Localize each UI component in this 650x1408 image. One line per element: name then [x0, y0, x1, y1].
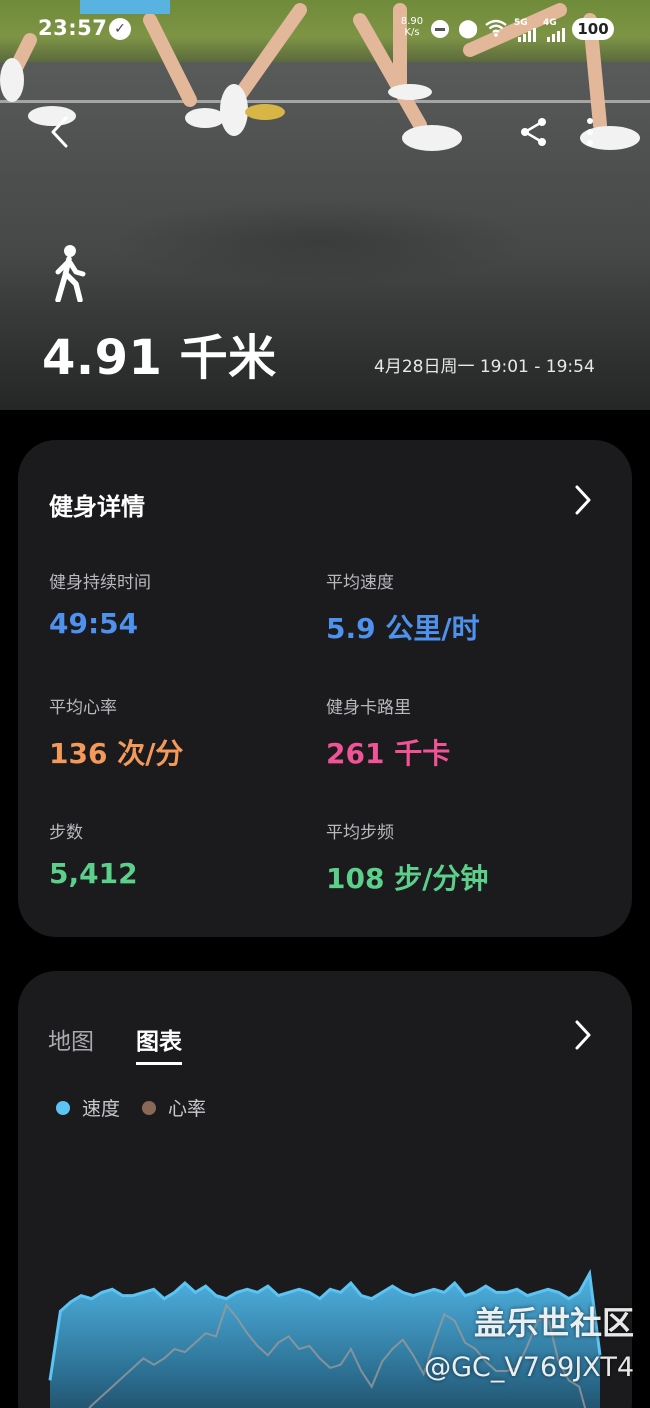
metric-value: 5,412 [49, 857, 138, 890]
metric-value: 261 千卡 [326, 737, 451, 770]
metric-avg-speed: 平均速度 5.9 公里/时 [326, 568, 480, 647]
signal-4g-label: 4G [543, 18, 557, 28]
chevron-left-icon [51, 116, 68, 148]
wifi-icon [484, 18, 508, 43]
metric-label: 健身卡路里 [326, 698, 411, 718]
metric-label: 平均心率 [49, 698, 117, 718]
details-chevron-right-icon[interactable] [571, 483, 595, 517]
metric-duration: 健身持续时间 49:54 [49, 568, 151, 640]
tab-chart[interactable]: 图表 [136, 1022, 182, 1065]
legend-dot-heart-rate [142, 1100, 157, 1115]
signal-5g-label: 5G [514, 18, 528, 28]
more-vertical-icon [587, 118, 593, 146]
metric-value: 5.9 公里/时 [326, 612, 480, 645]
card-title: 健身详情 [49, 493, 145, 521]
watermark-brand: 盖乐世社区 [473, 1304, 634, 1342]
watermark: 盖乐世社区 @GC_V769JXT4 [424, 1298, 634, 1383]
distance-value: 4.91 千米 [42, 330, 277, 386]
workout-date-range: 4月28日周一 19:01 - 19:54 [374, 357, 595, 377]
share-button[interactable] [516, 114, 552, 150]
chart-legend: 速度 心率 [56, 1094, 228, 1121]
chart-chevron-right-icon[interactable] [571, 1018, 595, 1052]
workout-details-card[interactable]: 健身详情 健身持续时间 49:54 平均速度 5.9 公里/时 平均心率 136… [18, 440, 632, 937]
share-icon [521, 118, 546, 146]
hero-banner: 23:57 ✓ 8.90 K/s ⬤ 5G 4G 100 4.91 千米 4月2… [0, 0, 650, 410]
network-rate: 8.90 K/s [400, 16, 424, 38]
walk-icon [50, 244, 90, 303]
status-bar: 23:57 ✓ 8.90 K/s ⬤ 5G 4G 100 [0, 12, 650, 46]
metric-label: 平均步频 [326, 823, 394, 843]
metric-value: 108 步/分钟 [326, 862, 489, 895]
watermark-user: @GC_V769JXT4 [424, 1352, 634, 1383]
back-button[interactable] [44, 112, 80, 152]
legend-label: 速度 [82, 1098, 121, 1120]
more-options-button[interactable] [578, 114, 602, 150]
legend-item-speed: 速度 [56, 1094, 120, 1121]
metric-label: 健身持续时间 [49, 573, 151, 593]
metric-avg-heart-rate: 平均心率 136 次/分 [49, 693, 183, 772]
metric-value: 49:54 [49, 607, 139, 640]
legend-item-heart-rate: 心率 [142, 1094, 206, 1121]
legend-label: 心率 [168, 1098, 207, 1120]
signal-icon-2 [547, 28, 565, 42]
metric-steps: 步数 5,412 [49, 818, 138, 890]
status-time: 23:57 [38, 16, 108, 40]
metric-calories: 健身卡路里 261 千卡 [326, 693, 450, 772]
legend-dot-speed [56, 1100, 70, 1115]
metric-label: 平均速度 [326, 573, 394, 593]
check-icon: ✓ [109, 18, 131, 40]
metric-label: 步数 [49, 823, 83, 843]
metric-avg-cadence: 平均步频 108 步/分钟 [326, 818, 488, 897]
tab-map[interactable]: 地图 [48, 1022, 94, 1056]
dnd-icon [431, 20, 449, 38]
location-icon: ⬤ [458, 18, 479, 39]
battery-icon: 100 [572, 18, 614, 40]
metric-value: 136 次/分 [49, 737, 184, 770]
signal-icon [518, 28, 536, 42]
